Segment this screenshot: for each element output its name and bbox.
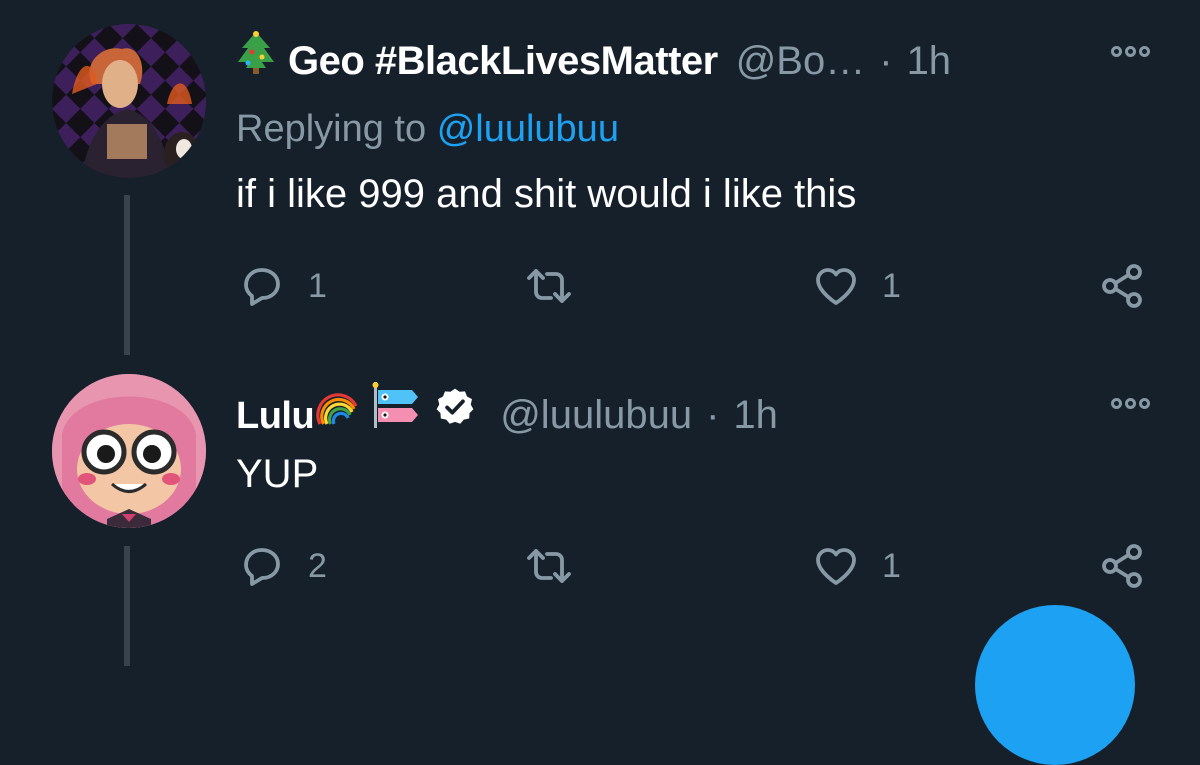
share-button[interactable] <box>1098 542 1146 590</box>
christmas-tree-icon <box>236 30 276 79</box>
like-count: 1 <box>882 546 901 585</box>
share-button[interactable] <box>1098 262 1146 310</box>
retweet-icon <box>527 269 571 303</box>
replying-mention[interactable]: @luulubuu <box>437 108 619 150</box>
more-icon[interactable] <box>1111 46 1150 57</box>
tweet-header: Lulu @luulubuu · 1h <box>236 382 778 438</box>
tweet-text: YUP <box>236 452 319 496</box>
carp-streamer-icon <box>372 382 420 433</box>
retweet-button[interactable] <box>525 542 573 590</box>
tweet-lulu[interactable]: Lulu @luulubuu · 1h YUP 2 1 <box>0 350 1200 666</box>
like-icon <box>816 548 856 585</box>
share-icon <box>1102 264 1142 308</box>
timestamp[interactable]: 1h <box>907 39 952 84</box>
like-icon <box>816 268 856 305</box>
like-button[interactable]: 1 <box>812 542 901 590</box>
rainbow-icon <box>316 384 360 433</box>
replying-to: Replying to @luulubuu <box>236 108 619 151</box>
reply-icon <box>244 548 280 586</box>
avatar-geo[interactable] <box>52 24 206 178</box>
action-bar: 2 1 <box>0 542 1200 592</box>
tweet-geo[interactable]: Geo #BlackLivesMatter @Bo… · 1h Replying… <box>0 0 1200 355</box>
timestamp[interactable]: 1h <box>733 393 778 438</box>
display-name[interactable]: Geo #BlackLivesMatter <box>288 39 718 84</box>
compose-tweet-button[interactable] <box>975 605 1135 765</box>
share-icon <box>1102 544 1142 588</box>
retweet-button[interactable] <box>525 262 573 310</box>
reply-button[interactable]: 1 <box>238 262 327 310</box>
reply-count: 1 <box>308 266 327 305</box>
retweet-icon <box>527 549 571 583</box>
verified-badge-icon <box>434 386 476 433</box>
action-bar: 1 1 <box>0 262 1200 312</box>
reply-count: 2 <box>308 546 327 585</box>
avatar-lulu[interactable] <box>52 374 206 528</box>
like-count: 1 <box>882 266 901 305</box>
more-icon[interactable] <box>1111 398 1150 409</box>
replying-prefix: Replying to <box>236 108 427 150</box>
user-handle[interactable]: @Bo… <box>736 39 866 84</box>
tweet-text: if i like 999 and shit would i like this <box>236 172 857 216</box>
separator: · <box>706 393 720 437</box>
tweet-header: Geo #BlackLivesMatter @Bo… · 1h <box>236 30 951 84</box>
display-name[interactable]: Lulu <box>236 395 315 438</box>
separator: · <box>879 39 893 83</box>
user-handle[interactable]: @luulubuu <box>500 393 692 438</box>
reply-button[interactable]: 2 <box>238 542 327 590</box>
like-button[interactable]: 1 <box>812 262 901 310</box>
reply-icon <box>244 268 280 306</box>
